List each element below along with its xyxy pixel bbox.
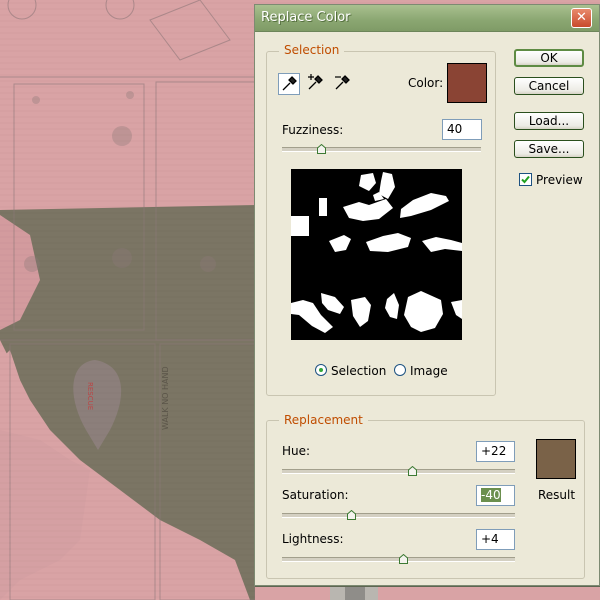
fuzziness-input[interactable]: 40 [442,119,482,140]
saturation-slider-thumb[interactable] [347,510,357,520]
replace-color-dialog: Replace Color ✕ Selection Color: Fuzzine… [254,4,600,586]
lightness-slider-thumb[interactable] [398,554,408,564]
saturation-input[interactable]: -40 [476,485,515,506]
eyedropper-minus-tool[interactable] [332,73,354,95]
dialog-title: Replace Color [261,10,351,25]
ok-button[interactable]: OK [514,49,584,67]
color-label: Color: [408,76,444,90]
replacement-legend: Replacement [279,413,368,427]
close-icon[interactable]: ✕ [571,8,592,28]
lightness-label: Lightness: [282,532,344,546]
preview-label[interactable]: Preview [536,173,583,187]
eyedropper-icon [282,76,297,91]
eyedropper-minus-icon [335,75,350,90]
eyedropper-plus-icon [308,74,323,90]
lightness-input[interactable]: +4 [476,529,515,550]
hue-slider-thumb[interactable] [407,466,417,476]
preview-checkbox[interactable] [519,173,532,186]
hue-label: Hue: [282,444,311,458]
save-button[interactable]: Save... [514,140,584,158]
fuzziness-slider-thumb[interactable] [317,144,327,154]
eyedropper-tool[interactable] [278,73,300,95]
checkmark-icon [521,175,530,184]
dialog-titlebar[interactable]: Replace Color ✕ [255,5,599,32]
fuzziness-slider-track[interactable] [282,147,481,152]
saturation-label: Saturation: [282,488,349,502]
selection-radio[interactable] [315,364,327,376]
load-button[interactable]: Load... [514,112,584,130]
stencil-text-walk: WALK NO HAND [161,366,170,430]
stencil-text-rescue: RESCUE [86,382,94,410]
result-color-swatch[interactable] [536,439,576,479]
selection-preview-mask[interactable] [291,169,462,340]
image-radio-label[interactable]: Image [410,364,448,378]
hue-input[interactable]: +22 [476,441,515,462]
selection-color-swatch[interactable] [447,63,487,103]
fuzziness-label: Fuzziness: [282,123,344,137]
image-radio[interactable] [394,364,406,376]
hue-slider-track[interactable] [282,469,515,474]
result-label: Result [538,488,576,502]
cancel-button[interactable]: Cancel [514,77,584,95]
selection-radio-label[interactable]: Selection [331,364,386,378]
eyedropper-plus-tool[interactable] [305,73,327,95]
selection-legend: Selection [279,43,345,57]
saturation-slider-track[interactable] [282,513,515,518]
